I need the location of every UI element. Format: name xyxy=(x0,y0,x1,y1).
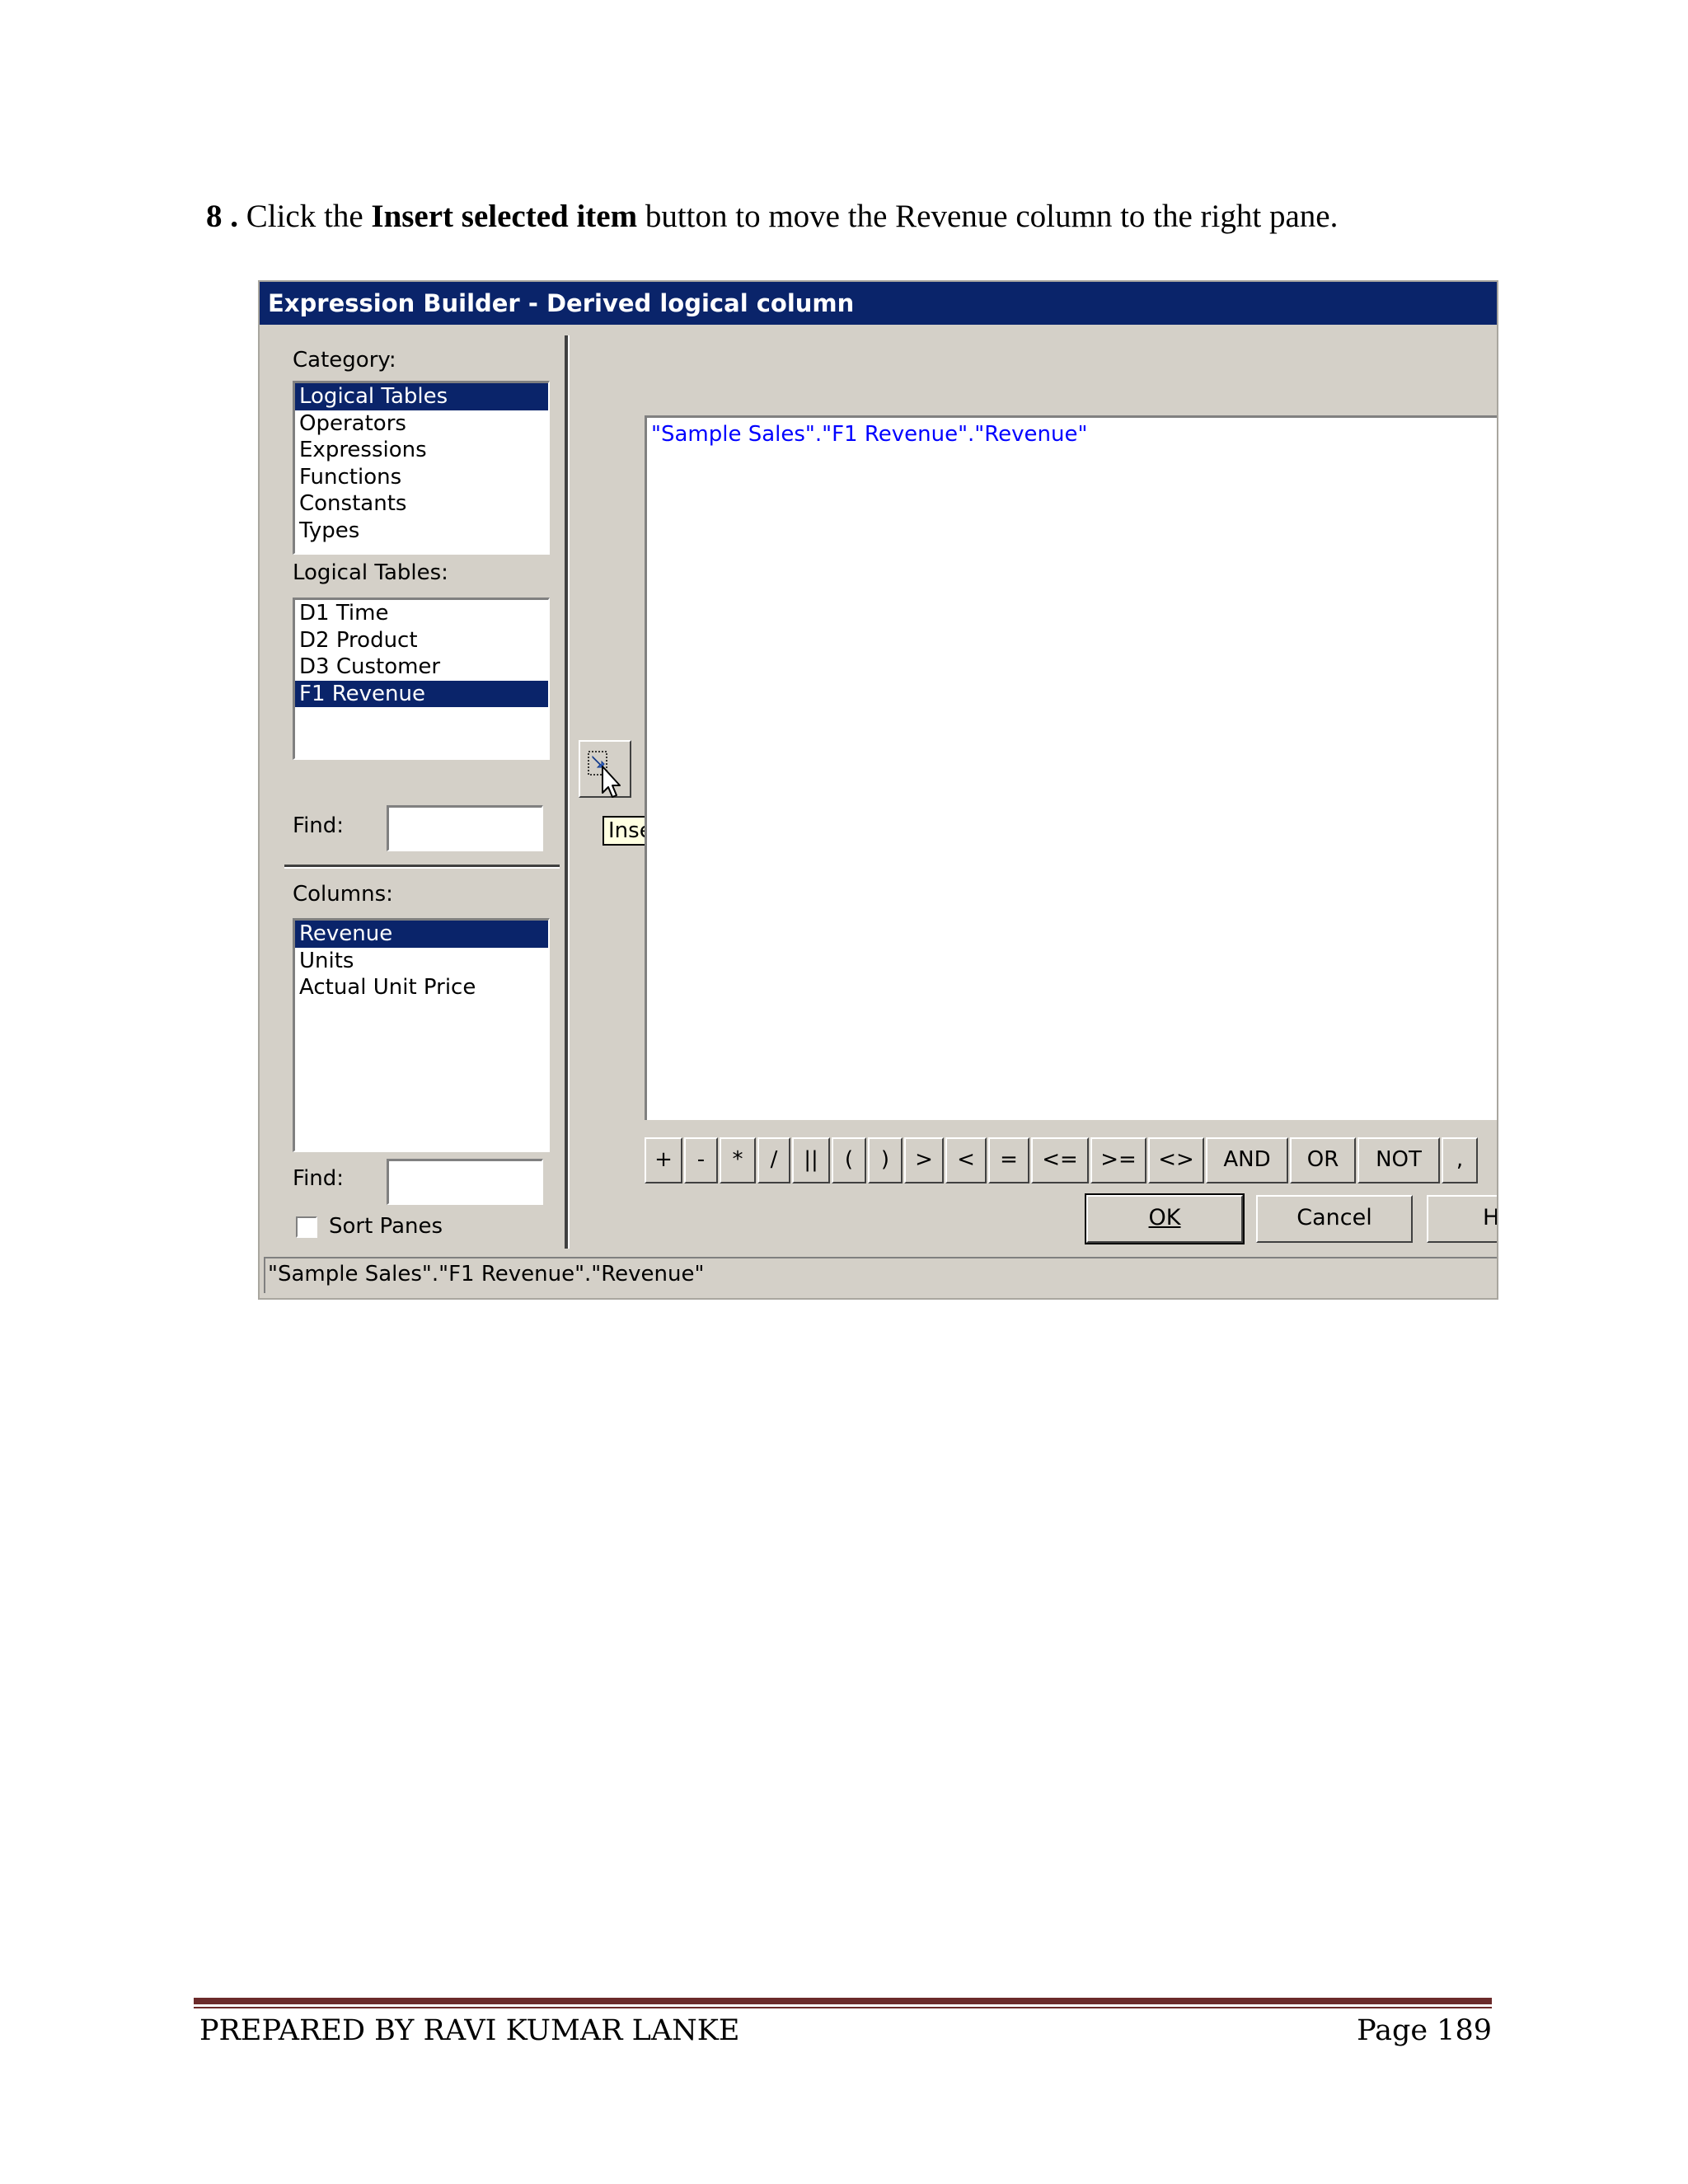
operator-open-paren-button[interactable]: ( xyxy=(832,1137,866,1183)
category-item[interactable]: Expressions xyxy=(295,437,548,464)
ok-button[interactable]: OK xyxy=(1085,1193,1245,1244)
table-item[interactable]: F1 Revenue xyxy=(295,680,548,707)
page-number: Page 189 xyxy=(1357,2014,1492,2047)
operator-gte-button[interactable]: >= xyxy=(1090,1137,1146,1183)
category-list[interactable]: Logical Tables Operators Expressions Fun… xyxy=(293,381,550,555)
category-item[interactable]: Functions xyxy=(295,464,548,491)
pane-divider xyxy=(565,335,570,1249)
footer-author: PREPARED BY RAVI KUMAR LANKE xyxy=(199,2014,740,2047)
operator-equals-button[interactable]: = xyxy=(988,1137,1029,1183)
columns-label: Columns: xyxy=(293,882,393,907)
category-item[interactable]: Types xyxy=(295,518,548,545)
operator-concat-button[interactable]: || xyxy=(792,1137,830,1183)
footer-rule xyxy=(194,1998,1492,2004)
operator-not-button[interactable]: NOT xyxy=(1357,1137,1440,1183)
expression-builder-dialog: Expression Builder - Derived logical col… xyxy=(258,280,1498,1300)
step-number: 8 . xyxy=(206,199,238,234)
insert-arrow-icon xyxy=(588,751,621,798)
operator-lte-button[interactable]: <= xyxy=(1031,1137,1089,1183)
instruction-bold: Insert selected item xyxy=(371,199,638,234)
category-label: Category: xyxy=(293,348,396,373)
help-button[interactable]: H xyxy=(1427,1195,1497,1243)
operator-less-button[interactable]: < xyxy=(945,1137,987,1183)
operator-multiply-button[interactable]: * xyxy=(720,1137,756,1183)
instruction-after: button to move the Revenue column to the… xyxy=(645,199,1339,234)
instruction-before: Click the xyxy=(246,199,363,234)
operator-plus-button[interactable]: + xyxy=(645,1137,682,1183)
table-item[interactable]: D2 Product xyxy=(295,627,548,654)
column-item[interactable]: Actual Unit Price xyxy=(295,974,548,1001)
operator-not-equal-button[interactable]: <> xyxy=(1148,1137,1204,1183)
logical-tables-list[interactable]: D1 Time D2 Product D3 Customer F1 Revenu… xyxy=(293,598,550,760)
cancel-button[interactable]: Cancel xyxy=(1256,1195,1413,1243)
find-label: Find: xyxy=(293,813,345,838)
ok-label: OK xyxy=(1148,1205,1181,1230)
category-item[interactable]: Logical Tables xyxy=(295,383,548,410)
operator-or-button[interactable]: OR xyxy=(1290,1137,1356,1183)
column-item[interactable]: Units xyxy=(295,948,548,975)
operator-greater-button[interactable]: > xyxy=(904,1137,944,1183)
operator-close-paren-button[interactable]: ) xyxy=(868,1137,903,1183)
find-input[interactable] xyxy=(387,805,543,851)
sort-panes-label: Sort Panes xyxy=(329,1214,443,1239)
find2-label: Find: xyxy=(293,1166,345,1191)
find2-input[interactable] xyxy=(387,1159,543,1205)
sort-panes-checkbox[interactable] xyxy=(296,1216,317,1238)
expression-text: "Sample Sales"."F1 Revenue"."Revenue" xyxy=(651,422,1088,447)
expression-editor[interactable]: "Sample Sales"."F1 Revenue"."Revenue" xyxy=(645,415,1497,1120)
table-item[interactable]: D3 Customer xyxy=(295,654,548,681)
columns-list[interactable]: Revenue Units Actual Unit Price xyxy=(293,918,550,1152)
status-bar: "Sample Sales"."F1 Revenue"."Revenue" xyxy=(264,1257,1497,1293)
table-item[interactable]: D1 Time xyxy=(295,600,548,627)
operator-comma-button[interactable]: , xyxy=(1442,1137,1478,1183)
dialog-title: Expression Builder - Derived logical col… xyxy=(260,282,1497,325)
operator-and-button[interactable]: AND xyxy=(1206,1137,1288,1183)
category-item[interactable]: Operators xyxy=(295,410,548,438)
insert-selected-item-button[interactable] xyxy=(579,740,631,798)
category-item[interactable]: Constants xyxy=(295,490,548,518)
operator-minus-button[interactable]: - xyxy=(684,1137,718,1183)
footer-rule-thin xyxy=(194,2007,1492,2008)
logical-tables-label: Logical Tables: xyxy=(293,560,448,585)
left-pane-separator xyxy=(284,865,560,869)
column-item[interactable]: Revenue xyxy=(295,921,548,948)
operator-divide-button[interactable]: / xyxy=(757,1137,790,1183)
instruction-text: 8 . Click the Insert selected item butto… xyxy=(206,198,1338,235)
